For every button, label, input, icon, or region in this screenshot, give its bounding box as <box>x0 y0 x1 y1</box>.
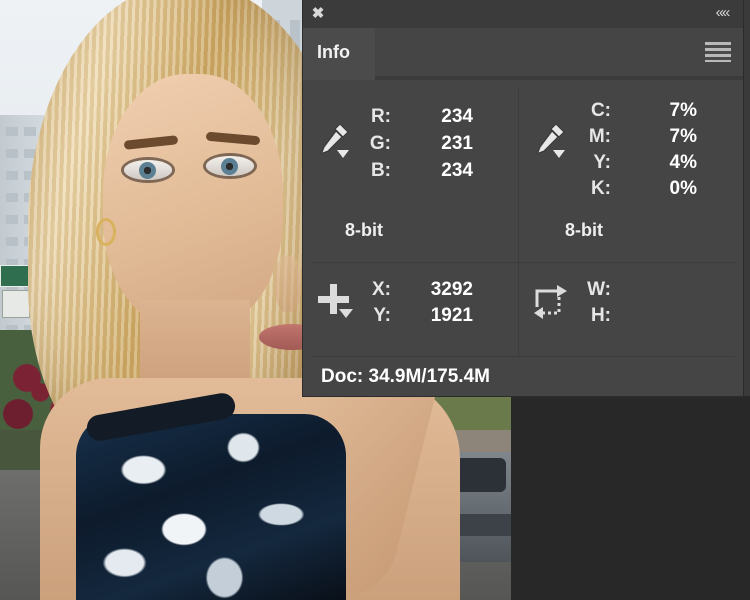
value-r: 234 <box>441 106 473 127</box>
label-k: K: <box>590 178 611 199</box>
label-y: Y: <box>593 152 611 173</box>
value-y-pos: 1921 <box>430 305 473 326</box>
panel-title-bar: ✖ «« <box>303 0 743 28</box>
value-c: 7% <box>669 100 697 121</box>
value-k: 0% <box>669 178 697 199</box>
label-c: C: <box>590 100 611 121</box>
image-face <box>103 74 325 350</box>
image-eye <box>124 160 172 180</box>
value-m: 7% <box>669 126 697 147</box>
doc-status-text: Doc: 34.9M/175.4M <box>321 366 490 387</box>
selection-size-readout[interactable]: W: H: <box>519 263 743 356</box>
tab-info-label: Info <box>317 42 350 62</box>
label-b: B: <box>370 160 391 181</box>
image-street-sign <box>2 290 30 318</box>
value-g: 231 <box>441 133 473 154</box>
panel-tab-bar: Info <box>303 28 743 80</box>
tab-bar-fill <box>375 28 743 76</box>
cursor-position-readout[interactable]: X: 3292 Y: 1921 <box>303 263 518 356</box>
tab-info[interactable]: Info <box>303 28 375 80</box>
value-b: 234 <box>441 160 473 181</box>
label-r: R: <box>370 106 391 127</box>
panel-right-edge[interactable] <box>743 0 750 396</box>
label-h: H: <box>590 305 611 326</box>
doc-status-row: Doc: 34.9M/175.4M <box>303 362 743 396</box>
double-chevron-left-icon[interactable]: «« <box>711 3 733 23</box>
hamburger-menu-icon[interactable] <box>705 42 731 62</box>
close-icon[interactable]: ✖ <box>308 4 328 24</box>
label-y-pos: Y: <box>373 305 391 326</box>
second-color-readout[interactable]: C: 7% M: 7% Y: 4% K: 0% 8-bit <box>519 80 743 262</box>
info-readouts: R: 234 G: 231 B: 234 8-bit C: 7% M: 7% Y… <box>303 80 743 362</box>
bit-depth-rgb: 8-bit <box>345 220 383 240</box>
label-g: G: <box>369 133 391 154</box>
info-panel: ✖ «« Info R: 234 G: 231 B: 234 8-bit C: … <box>303 0 743 396</box>
label-w: W: <box>587 279 611 300</box>
value-x: 3292 <box>430 279 473 300</box>
bit-depth-cmyk: 8-bit <box>565 220 603 240</box>
value-y: 4% <box>669 152 697 173</box>
label-m: M: <box>588 126 611 147</box>
first-color-readout[interactable]: R: 234 G: 231 B: 234 8-bit <box>303 80 518 262</box>
label-x: X: <box>372 279 391 300</box>
image-earring <box>96 218 116 246</box>
app-window: ✖ «« Info R: 234 G: 231 B: 234 8-bit C: … <box>0 0 750 600</box>
image-eye <box>206 156 254 176</box>
divider-horizontal <box>311 356 735 357</box>
image-clothing <box>76 414 346 600</box>
